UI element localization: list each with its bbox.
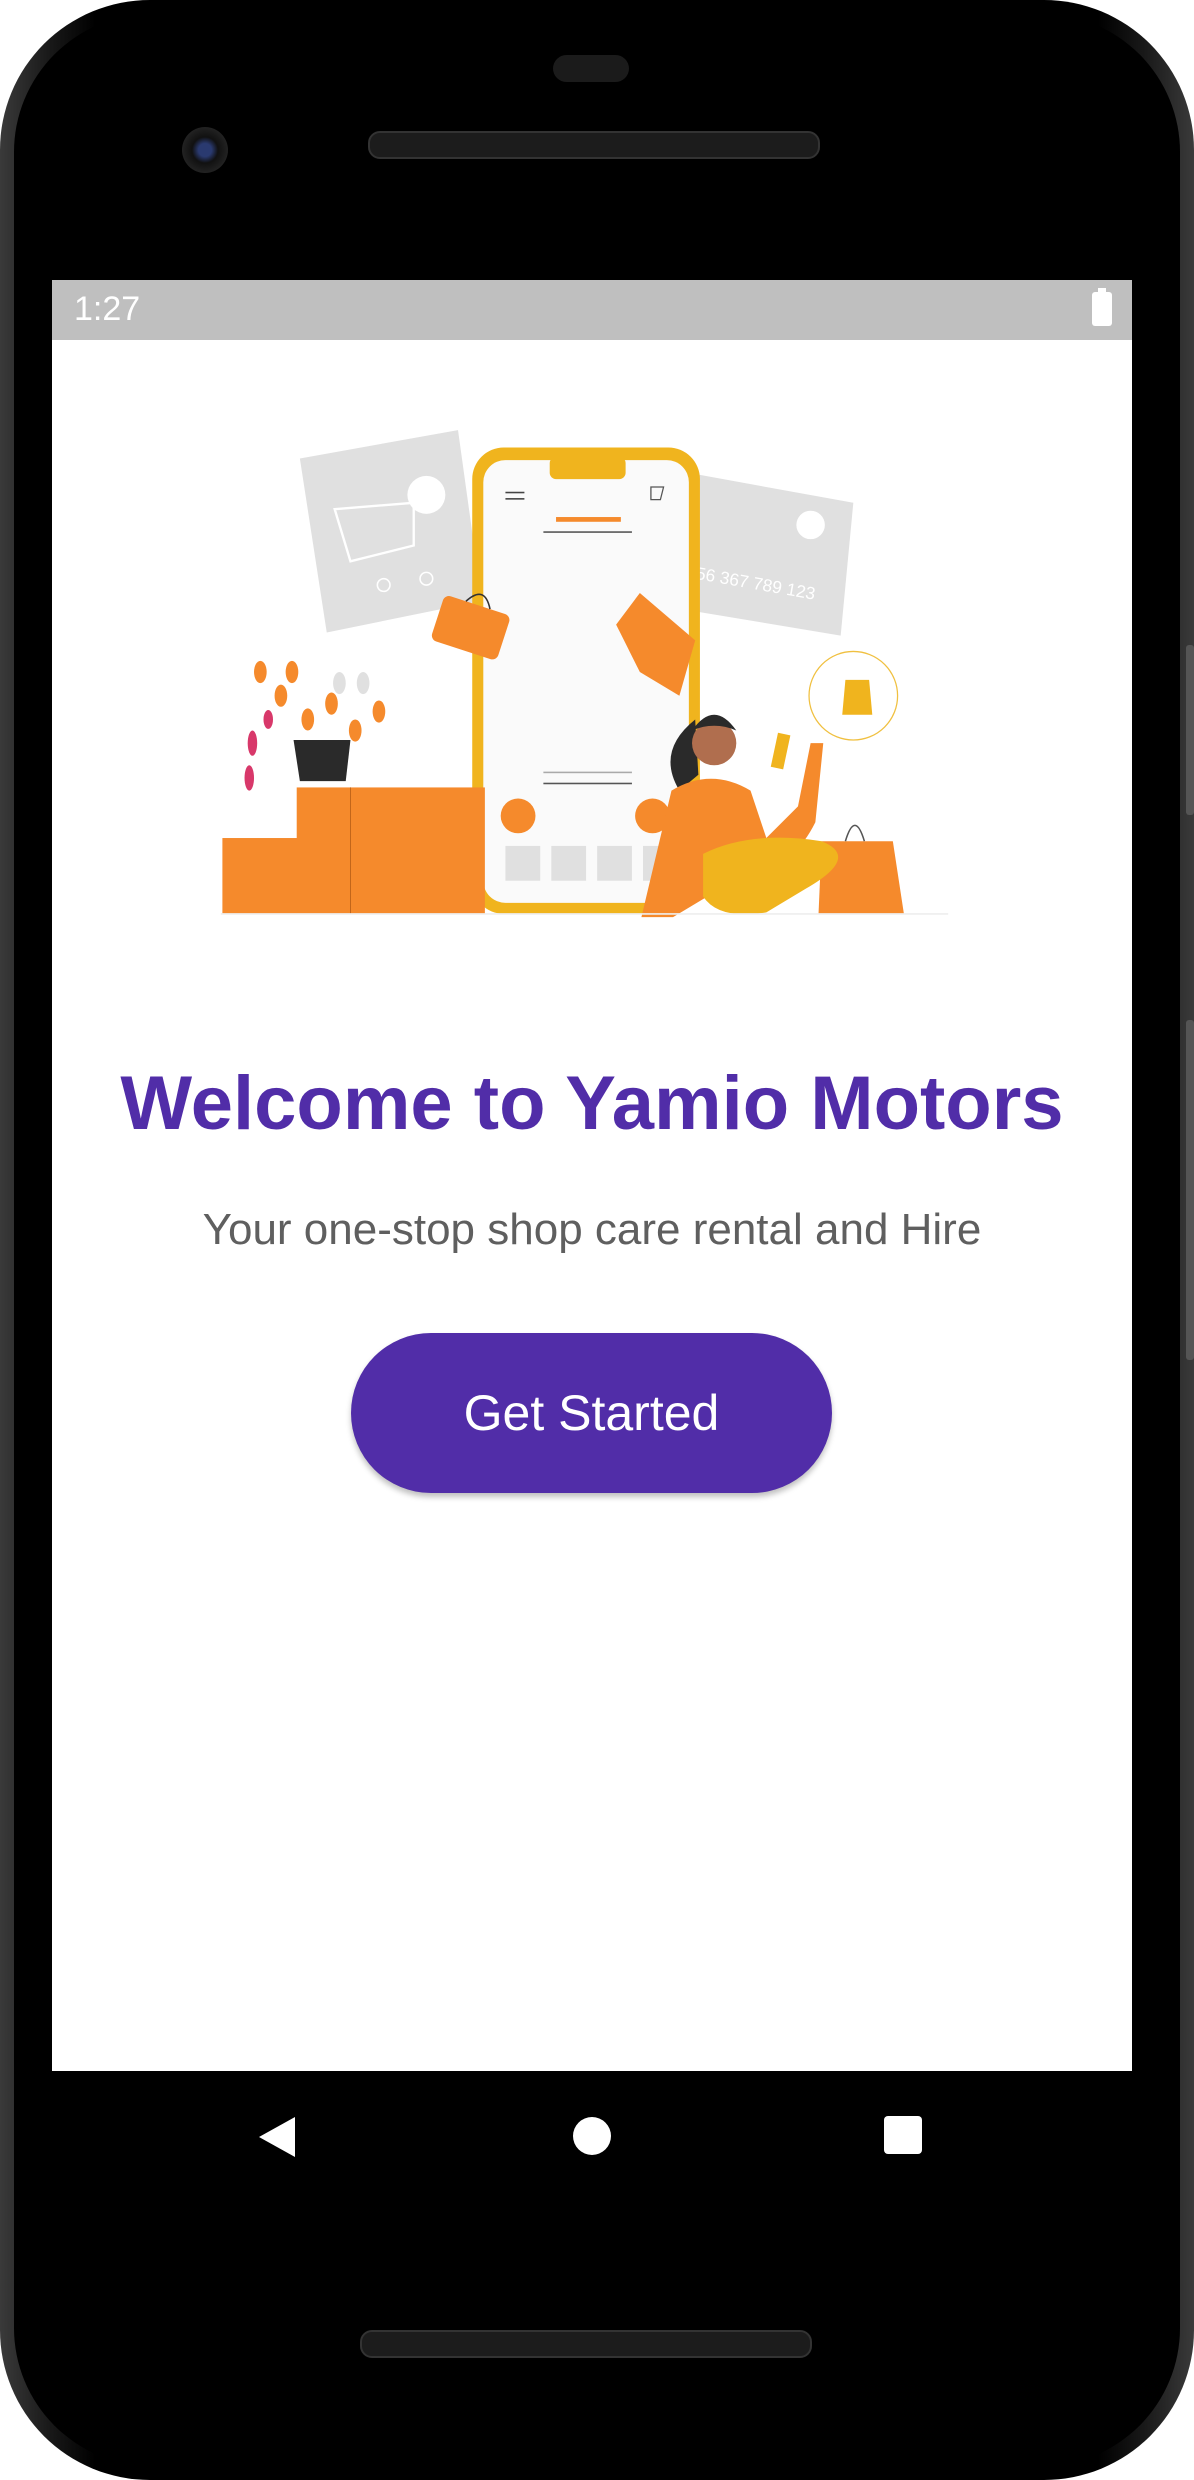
phone-frame: 1:27 56 367 789 123 Welcome to Yamio Mot… xyxy=(0,0,1194,2480)
battery-full-icon xyxy=(1092,288,1112,326)
back-triangle-icon[interactable] xyxy=(257,2115,297,2159)
volume-button xyxy=(1186,1020,1194,1360)
top-notch xyxy=(553,55,629,82)
status-bar: 1:27 xyxy=(52,280,1132,340)
earpiece-speaker xyxy=(368,131,820,159)
status-time: 1:27 xyxy=(74,290,141,328)
system-nav-bar xyxy=(52,2071,1132,2201)
welcome-title: Welcome to Yamio Motors xyxy=(120,1061,1064,1146)
credit-card-shape xyxy=(679,471,854,636)
front-camera xyxy=(182,127,228,173)
shopping-illustration: 56 367 789 123 xyxy=(220,430,949,918)
recents-square-icon[interactable] xyxy=(883,2115,923,2155)
get-started-button[interactable]: Get Started xyxy=(351,1333,832,1493)
bottom-speaker xyxy=(360,2330,812,2358)
app-screen: 1:27 56 367 789 123 Welcome to Yamio Mot… xyxy=(52,280,1132,2071)
power-button xyxy=(1186,645,1194,815)
welcome-subtitle: Your one-stop shop care rental and Hire xyxy=(202,1205,982,1254)
home-circle-icon[interactable] xyxy=(571,2115,613,2157)
